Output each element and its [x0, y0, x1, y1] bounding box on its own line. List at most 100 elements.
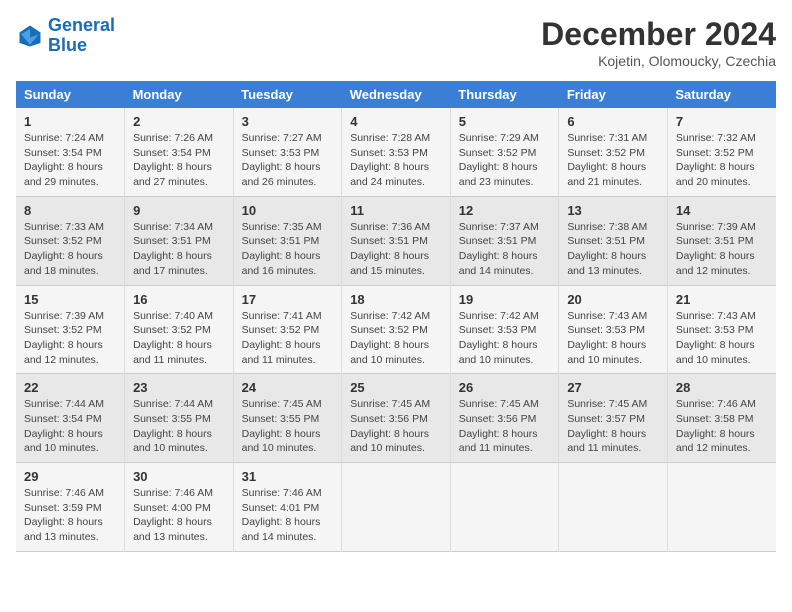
header-thursday: Thursday [450, 81, 559, 108]
week-row-3: 15 Sunrise: 7:39 AM Sunset: 3:52 PM Dayl… [16, 285, 776, 374]
cell-day-18: 18 Sunrise: 7:42 AM Sunset: 3:52 PM Dayl… [342, 285, 451, 374]
cell-day-8: 8 Sunrise: 7:33 AM Sunset: 3:52 PM Dayli… [16, 196, 125, 285]
cell-day-empty [342, 463, 451, 552]
day-number: 18 [350, 292, 442, 307]
cell-day-empty [450, 463, 559, 552]
cell-day-11: 11 Sunrise: 7:36 AM Sunset: 3:51 PM Dayl… [342, 196, 451, 285]
cell-day-9: 9 Sunrise: 7:34 AM Sunset: 3:51 PM Dayli… [125, 196, 234, 285]
day-info: Sunrise: 7:43 AM Sunset: 3:53 PM Dayligh… [567, 309, 659, 368]
day-number: 23 [133, 380, 225, 395]
day-number: 12 [459, 203, 551, 218]
day-info: Sunrise: 7:39 AM Sunset: 3:52 PM Dayligh… [24, 309, 116, 368]
day-info: Sunrise: 7:31 AM Sunset: 3:52 PM Dayligh… [567, 131, 659, 190]
day-number: 31 [242, 469, 334, 484]
cell-day-14: 14 Sunrise: 7:39 AM Sunset: 3:51 PM Dayl… [667, 196, 776, 285]
cell-day-19: 19 Sunrise: 7:42 AM Sunset: 3:53 PM Dayl… [450, 285, 559, 374]
cell-day-30: 30 Sunrise: 7:46 AM Sunset: 4:00 PM Dayl… [125, 463, 234, 552]
cell-day-12: 12 Sunrise: 7:37 AM Sunset: 3:51 PM Dayl… [450, 196, 559, 285]
day-number: 16 [133, 292, 225, 307]
day-number: 26 [459, 380, 551, 395]
day-number: 2 [133, 114, 225, 129]
day-number: 14 [676, 203, 768, 218]
day-info: Sunrise: 7:29 AM Sunset: 3:52 PM Dayligh… [459, 131, 551, 190]
day-number: 7 [676, 114, 768, 129]
calendar-table: Sunday Monday Tuesday Wednesday Thursday… [16, 81, 776, 552]
day-number: 24 [242, 380, 334, 395]
page-header: General Blue December 2024 Kojetin, Olom… [16, 16, 776, 69]
cell-day-16: 16 Sunrise: 7:40 AM Sunset: 3:52 PM Dayl… [125, 285, 234, 374]
header-friday: Friday [559, 81, 668, 108]
day-number: 13 [567, 203, 659, 218]
cell-day-31: 31 Sunrise: 7:46 AM Sunset: 4:01 PM Dayl… [233, 463, 342, 552]
cell-day-15: 15 Sunrise: 7:39 AM Sunset: 3:52 PM Dayl… [16, 285, 125, 374]
day-number: 11 [350, 203, 442, 218]
day-info: Sunrise: 7:41 AM Sunset: 3:52 PM Dayligh… [242, 309, 334, 368]
day-info: Sunrise: 7:46 AM Sunset: 4:01 PM Dayligh… [242, 486, 334, 545]
day-number: 28 [676, 380, 768, 395]
day-info: Sunrise: 7:46 AM Sunset: 3:58 PM Dayligh… [676, 397, 768, 456]
day-info: Sunrise: 7:24 AM Sunset: 3:54 PM Dayligh… [24, 131, 116, 190]
cell-day-27: 27 Sunrise: 7:45 AM Sunset: 3:57 PM Dayl… [559, 374, 668, 463]
cell-day-3: 3 Sunrise: 7:27 AM Sunset: 3:53 PM Dayli… [233, 108, 342, 196]
day-info: Sunrise: 7:39 AM Sunset: 3:51 PM Dayligh… [676, 220, 768, 279]
cell-day-empty [559, 463, 668, 552]
day-info: Sunrise: 7:32 AM Sunset: 3:52 PM Dayligh… [676, 131, 768, 190]
cell-day-7: 7 Sunrise: 7:32 AM Sunset: 3:52 PM Dayli… [667, 108, 776, 196]
cell-day-25: 25 Sunrise: 7:45 AM Sunset: 3:56 PM Dayl… [342, 374, 451, 463]
day-info: Sunrise: 7:45 AM Sunset: 3:56 PM Dayligh… [459, 397, 551, 456]
day-info: Sunrise: 7:38 AM Sunset: 3:51 PM Dayligh… [567, 220, 659, 279]
day-info: Sunrise: 7:43 AM Sunset: 3:53 PM Dayligh… [676, 309, 768, 368]
day-number: 21 [676, 292, 768, 307]
cell-day-28: 28 Sunrise: 7:46 AM Sunset: 3:58 PM Dayl… [667, 374, 776, 463]
logo-icon [16, 22, 44, 50]
calendar-header-row: Sunday Monday Tuesday Wednesday Thursday… [16, 81, 776, 108]
day-number: 8 [24, 203, 116, 218]
location-subtitle: Kojetin, Olomoucky, Czechia [541, 53, 776, 69]
cell-day-5: 5 Sunrise: 7:29 AM Sunset: 3:52 PM Dayli… [450, 108, 559, 196]
cell-day-23: 23 Sunrise: 7:44 AM Sunset: 3:55 PM Dayl… [125, 374, 234, 463]
day-number: 27 [567, 380, 659, 395]
day-info: Sunrise: 7:45 AM Sunset: 3:55 PM Dayligh… [242, 397, 334, 456]
day-info: Sunrise: 7:45 AM Sunset: 3:56 PM Dayligh… [350, 397, 442, 456]
day-info: Sunrise: 7:34 AM Sunset: 3:51 PM Dayligh… [133, 220, 225, 279]
day-number: 20 [567, 292, 659, 307]
week-row-5: 29 Sunrise: 7:46 AM Sunset: 3:59 PM Dayl… [16, 463, 776, 552]
day-info: Sunrise: 7:28 AM Sunset: 3:53 PM Dayligh… [350, 131, 442, 190]
day-number: 17 [242, 292, 334, 307]
cell-day-20: 20 Sunrise: 7:43 AM Sunset: 3:53 PM Dayl… [559, 285, 668, 374]
cell-day-4: 4 Sunrise: 7:28 AM Sunset: 3:53 PM Dayli… [342, 108, 451, 196]
day-info: Sunrise: 7:42 AM Sunset: 3:53 PM Dayligh… [459, 309, 551, 368]
day-number: 15 [24, 292, 116, 307]
header-wednesday: Wednesday [342, 81, 451, 108]
day-info: Sunrise: 7:42 AM Sunset: 3:52 PM Dayligh… [350, 309, 442, 368]
cell-day-21: 21 Sunrise: 7:43 AM Sunset: 3:53 PM Dayl… [667, 285, 776, 374]
day-number: 1 [24, 114, 116, 129]
cell-day-1: 1 Sunrise: 7:24 AM Sunset: 3:54 PM Dayli… [16, 108, 125, 196]
day-number: 4 [350, 114, 442, 129]
day-number: 22 [24, 380, 116, 395]
week-row-2: 8 Sunrise: 7:33 AM Sunset: 3:52 PM Dayli… [16, 196, 776, 285]
cell-day-29: 29 Sunrise: 7:46 AM Sunset: 3:59 PM Dayl… [16, 463, 125, 552]
day-info: Sunrise: 7:46 AM Sunset: 3:59 PM Dayligh… [24, 486, 116, 545]
header-tuesday: Tuesday [233, 81, 342, 108]
cell-day-10: 10 Sunrise: 7:35 AM Sunset: 3:51 PM Dayl… [233, 196, 342, 285]
cell-day-17: 17 Sunrise: 7:41 AM Sunset: 3:52 PM Dayl… [233, 285, 342, 374]
cell-day-13: 13 Sunrise: 7:38 AM Sunset: 3:51 PM Dayl… [559, 196, 668, 285]
day-info: Sunrise: 7:46 AM Sunset: 4:00 PM Dayligh… [133, 486, 225, 545]
cell-day-24: 24 Sunrise: 7:45 AM Sunset: 3:55 PM Dayl… [233, 374, 342, 463]
header-monday: Monday [125, 81, 234, 108]
cell-day-2: 2 Sunrise: 7:26 AM Sunset: 3:54 PM Dayli… [125, 108, 234, 196]
week-row-1: 1 Sunrise: 7:24 AM Sunset: 3:54 PM Dayli… [16, 108, 776, 196]
logo-text: General Blue [48, 16, 115, 56]
cell-day-6: 6 Sunrise: 7:31 AM Sunset: 3:52 PM Dayli… [559, 108, 668, 196]
cell-day-22: 22 Sunrise: 7:44 AM Sunset: 3:54 PM Dayl… [16, 374, 125, 463]
day-info: Sunrise: 7:37 AM Sunset: 3:51 PM Dayligh… [459, 220, 551, 279]
day-info: Sunrise: 7:26 AM Sunset: 3:54 PM Dayligh… [133, 131, 225, 190]
day-info: Sunrise: 7:45 AM Sunset: 3:57 PM Dayligh… [567, 397, 659, 456]
day-info: Sunrise: 7:27 AM Sunset: 3:53 PM Dayligh… [242, 131, 334, 190]
week-row-4: 22 Sunrise: 7:44 AM Sunset: 3:54 PM Dayl… [16, 374, 776, 463]
title-area: December 2024 Kojetin, Olomoucky, Czechi… [541, 16, 776, 69]
header-sunday: Sunday [16, 81, 125, 108]
month-title: December 2024 [541, 16, 776, 53]
logo: General Blue [16, 16, 115, 56]
